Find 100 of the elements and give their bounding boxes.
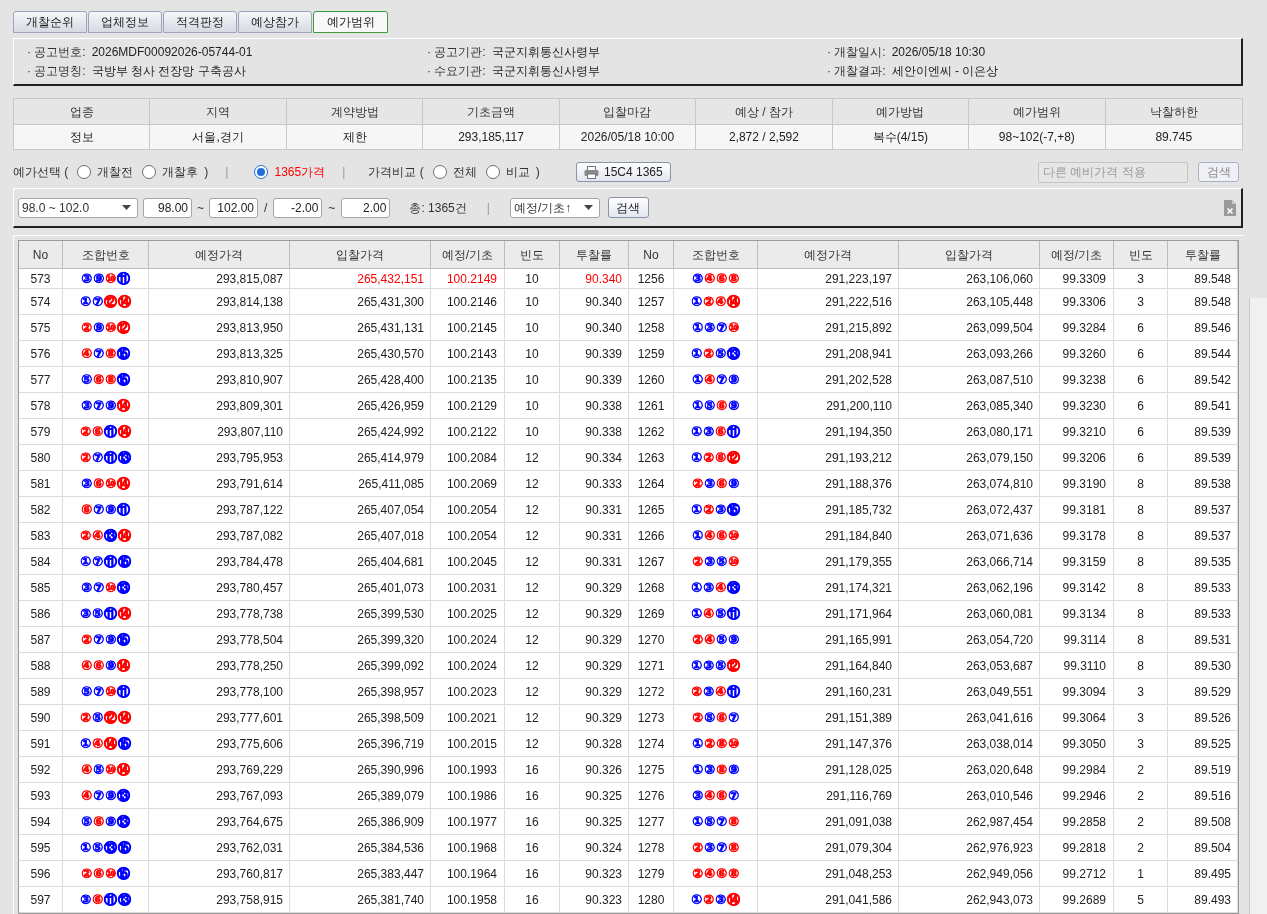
table-cell: 99.3309 [1040,269,1114,289]
combination-number: ⑥ [92,893,103,906]
combination-number: ③ [704,763,715,776]
table-cell: 291,194,350 [758,419,899,445]
table-cell: 3 [1114,705,1168,731]
combination-number: ① [80,737,91,750]
table-cell: 293,787,122 [149,497,290,523]
table-cell: 6 [1114,315,1168,341]
table-cell: 99.3178 [1040,523,1114,549]
combination-number: ⑥ [93,815,104,828]
combination-number: ⑮ [118,737,131,750]
combination-number: ① [691,529,703,542]
combination-number: ③ [704,321,715,334]
table-cell: 1269 [629,601,674,627]
table-cell: 89.533 [1168,601,1238,627]
table-cell: 89.539 [1168,419,1238,445]
table-cell: 265,399,320 [290,627,431,653]
table-cell: 293,769,229 [149,757,290,783]
table-cell: 265,389,079 [290,783,431,809]
table-cell: 573 [19,269,63,289]
table-cell: 291,188,376 [758,471,899,497]
search-button[interactable]: 검색 [607,197,649,218]
table-cell: 90.329 [560,653,629,679]
scrollbar-track[interactable] [1249,298,1267,914]
table-cell: 100.2129 [431,393,505,419]
radio-option[interactable]: 개찰후 [142,163,199,181]
combination-number: ② [703,451,714,464]
table-cell: 293,760,817 [149,861,290,887]
table-cell: 589 [19,679,63,705]
dropdown[interactable]: 예정/기초↑ [509,197,600,218]
radio-option[interactable]: 전체 [432,163,477,181]
table-cell: 291,215,892 [758,315,899,341]
table-cell: 1261 [629,393,674,419]
table-cell: 1279 [629,861,674,887]
print-button[interactable]: 15C4 1365 [576,162,671,182]
tab[interactable]: 예가범위 [313,11,388,33]
table-cell: 265,381,740 [290,887,431,913]
combination-number: ⑤ [716,555,727,568]
table-cell: 99.3142 [1040,575,1114,601]
table-cell: 99.3050 [1040,731,1114,757]
combination-number: ⑨ [728,373,740,386]
radio-option[interactable]: 비교 [485,163,530,181]
input-field[interactable]: 102.00 [209,197,258,218]
option-label: ) [204,164,209,181]
column-header: 빈도 [1114,241,1168,269]
table-cell: 90.338 [560,393,629,419]
tab[interactable]: 적격판정 [163,11,237,33]
combination-number: ⑥ [93,659,104,672]
table-cell: 89.531 [1168,627,1238,653]
table-cell: 10 [505,269,560,289]
table-cell: 6 [1114,445,1168,471]
combination-number: ① [690,347,702,360]
combination-number: ① [80,555,91,568]
tab[interactable]: 개찰순위 [13,11,87,33]
table-cell: 90.329 [560,627,629,653]
combination-number: ③ [691,272,703,285]
table-cell: 8 [1114,471,1168,497]
input-field[interactable]: -2.00 [273,197,323,218]
input-field[interactable]: 2.00 [341,197,391,218]
tab[interactable]: 업체정보 [88,11,162,33]
table-cell: 263,106,060 [899,269,1040,289]
table-cell: 99.3230 [1040,393,1114,419]
combination-number: ⑭ [727,893,740,906]
table-cell: 293,778,504 [149,627,290,653]
table-cell: 575 [19,315,63,341]
table-cell: 89.504 [1168,835,1238,861]
combination-number: ⑦ [716,321,727,334]
table-cell: 100.2054 [431,523,505,549]
combination-number: ⑦ [92,451,103,464]
table-cell: 265,414,979 [290,445,431,471]
field-label: · 공고명칭: [27,63,86,80]
table-cell: 1267 [629,549,674,575]
column-header: 예가방법 [832,99,970,124]
combination-number: ① [690,607,702,620]
radio-option[interactable]: 개찰전 [77,163,134,181]
table-cell: 581 [19,471,63,497]
table-cell: 291,171,964 [758,601,899,627]
file-x-icon[interactable] [1224,199,1236,216]
table-cell: 291,151,389 [758,705,899,731]
combination-number: ⑥ [716,789,727,802]
table-cell: 100.2069 [431,471,505,497]
table-cell: 265,390,996 [290,757,431,783]
input-field[interactable]: 98.00 [143,197,192,218]
table-cell: 5 [1114,887,1168,913]
tab[interactable]: 예상참가 [238,11,312,33]
combination-number: ④ [704,529,715,542]
table-cell: 590 [19,705,63,731]
table-cell: 584 [19,549,63,575]
table-cell: 90.326 [560,757,629,783]
table-cell: 291,128,025 [758,757,899,783]
dropdown[interactable]: 98.0 ~ 102.0 [18,197,138,218]
combination-number: ② [691,477,703,490]
combination-number: ⑪ [104,555,117,568]
table-cell: 정보 [14,125,151,149]
table-cell: 90.329 [560,575,629,601]
table-cell: 265,398,957 [290,679,431,705]
combination-number: ④ [704,789,715,802]
column-header: 빈도 [505,241,560,269]
table-cell: 576 [19,341,63,367]
column-header: 예가범위 [969,99,1106,124]
